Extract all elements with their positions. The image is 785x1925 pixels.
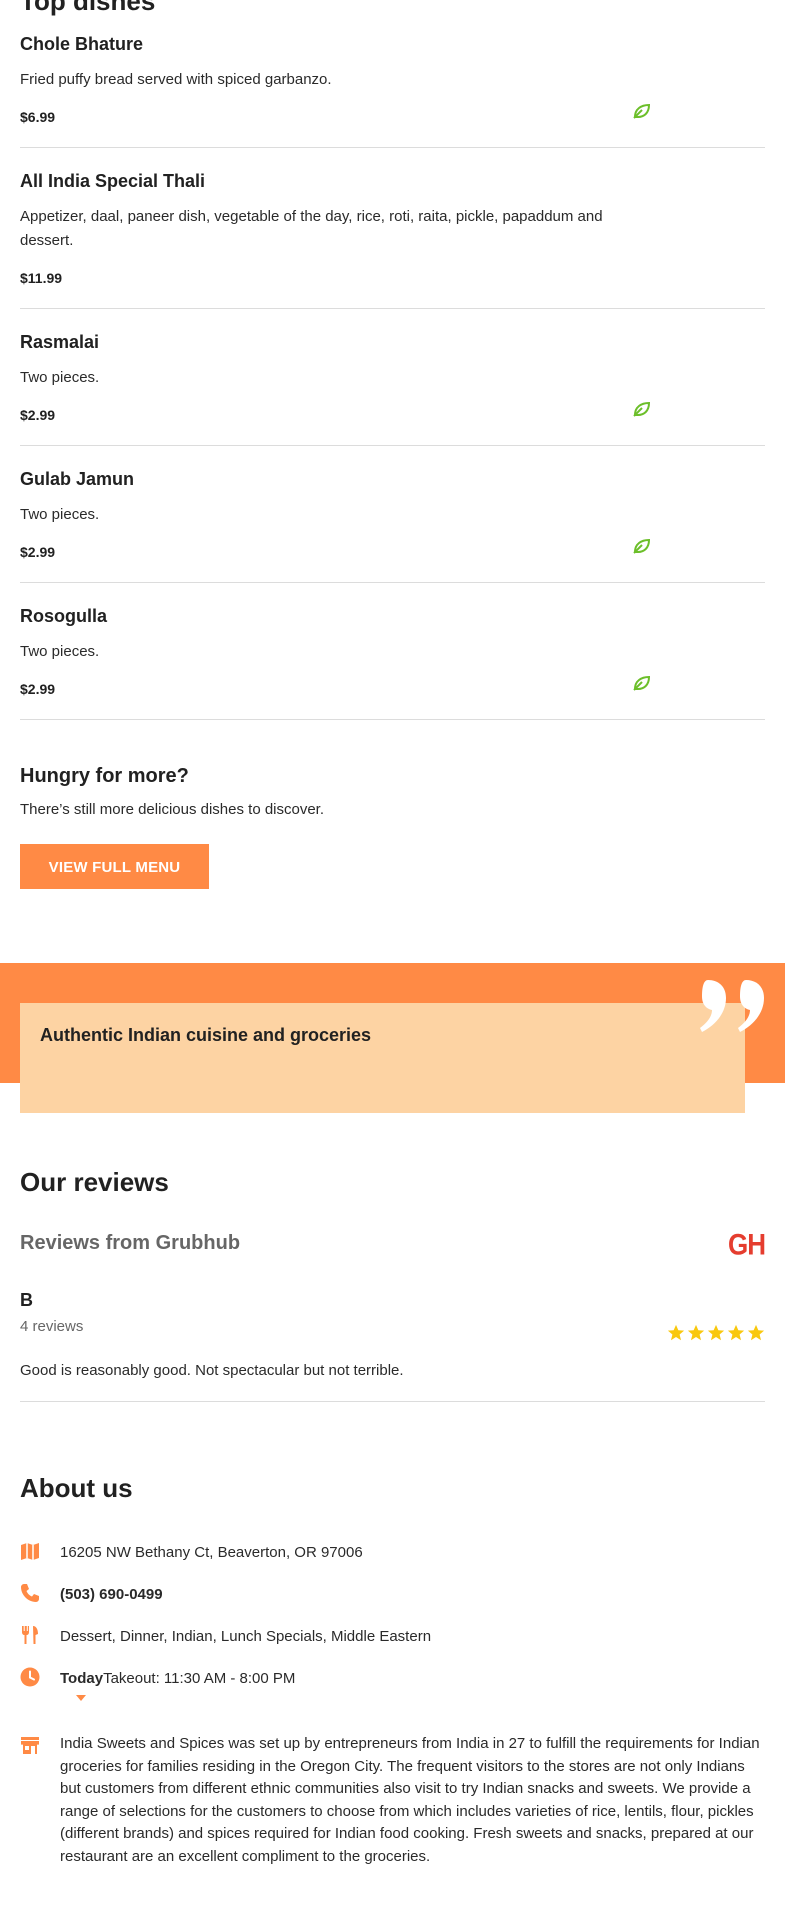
dish-item[interactable]: Gulab Jamun Two pieces. $2.99 (20, 469, 765, 583)
dish-description: Two pieces. (20, 369, 100, 386)
review-item: B 4 reviews Good is reasonably good. Not… (20, 1290, 765, 1402)
dish-item[interactable]: Rasmalai Two pieces. $2.99 (20, 332, 765, 446)
dish-name: Rosogulla (20, 606, 108, 626)
leaf-icon (633, 401, 651, 417)
more-dishes-section: Hungry for more? There’s still more deli… (20, 765, 324, 889)
cuisine-text: Dessert, Dinner, Indian, Lunch Specials,… (60, 1628, 432, 1645)
dish-price: $2.99 (20, 407, 56, 423)
dish-name: Rasmalai (20, 332, 100, 352)
dish-price: $2.99 (20, 544, 56, 560)
dish-name: Chole Bhature (20, 34, 144, 54)
leaf-icon (633, 103, 651, 119)
dish-item[interactable]: Rosogulla Two pieces. $2.99 (20, 606, 765, 720)
reviewer-name: B (20, 1290, 33, 1310)
star-icon (687, 1324, 705, 1341)
clock-icon (20, 1667, 40, 1687)
dish-price: $6.99 (20, 109, 56, 125)
phone-icon (21, 1584, 39, 1602)
dish-item[interactable]: All India Special Thali Appetizer, daal,… (20, 171, 765, 309)
address-text: 16205 NW Bethany Ct, Beaverton, OR 97006 (60, 1544, 363, 1561)
dish-item[interactable]: Chole Bhature Fried puffy bread served w… (20, 34, 765, 148)
map-icon (21, 1543, 39, 1560)
about-section: About us 16205 NW Bethany Ct, Beaverton,… (20, 1473, 765, 1865)
reviews-title: Our reviews (20, 1167, 169, 1197)
phone-text[interactable]: (503) 690-0499 (60, 1584, 163, 1606)
dish-list: Chole Bhature Fried puffy bread served w… (20, 34, 765, 743)
dish-price: $2.99 (20, 681, 56, 697)
review-source-title: Reviews from Grubhub (20, 1232, 241, 1254)
caret-down-icon[interactable] (76, 1695, 86, 1701)
star-rating (667, 1324, 765, 1342)
review-source: Reviews from Grubhub GH (20, 1227, 766, 1262)
dish-description: Two pieces. (20, 506, 100, 523)
leaf-icon (633, 538, 651, 554)
dish-price: $11.99 (20, 270, 63, 286)
dish-description: Appetizer, daal, paneer dish, vegetable … (20, 208, 603, 249)
dish-description: Fried puffy bread served with spiced gar… (20, 71, 332, 88)
star-icon (747, 1324, 765, 1341)
quote-icon (700, 980, 764, 1032)
more-title: Hungry for more? (20, 765, 189, 787)
dish-name: Gulab Jamun (20, 469, 135, 489)
star-icon (727, 1324, 745, 1341)
grubhub-logo[interactable]: GH (728, 1227, 766, 1263)
hours-text-group: TodayTakeout: 11:30 AM - 8:00 PM (60, 1668, 295, 1690)
review-text: Good is reasonably good. Not spectacular… (20, 1362, 404, 1379)
quote-text: Authentic Indian cuisine and groceries (40, 1025, 372, 1045)
star-icon (667, 1324, 685, 1341)
leaf-icon (633, 675, 651, 691)
star-icon (707, 1324, 725, 1341)
hours-day: Today (60, 1670, 104, 1687)
hours-text: Takeout: 11:30 AM - 8:00 PM (103, 1670, 296, 1687)
top-dishes-title: Top dishes (20, 0, 156, 16)
about-title: About us (20, 1473, 133, 1503)
reviewer-review-count: 4 reviews (20, 1318, 84, 1335)
dish-name: All India Special Thali (20, 171, 206, 191)
more-text: There’s still more delicious dishes to d… (20, 801, 325, 818)
about-description: India Sweets and Spices was set up by en… (60, 1735, 760, 1865)
utensils-icon (22, 1626, 38, 1644)
store-icon (21, 1737, 39, 1754)
dish-description: Two pieces. (20, 643, 100, 660)
quote-card: Authentic Indian cuisine and groceries (20, 1003, 745, 1113)
view-full-menu-button[interactable]: VIEW FULL MENU (20, 844, 209, 889)
reviews-section: Our reviews Reviews from Grubhub GH B 4 … (20, 1167, 766, 1402)
